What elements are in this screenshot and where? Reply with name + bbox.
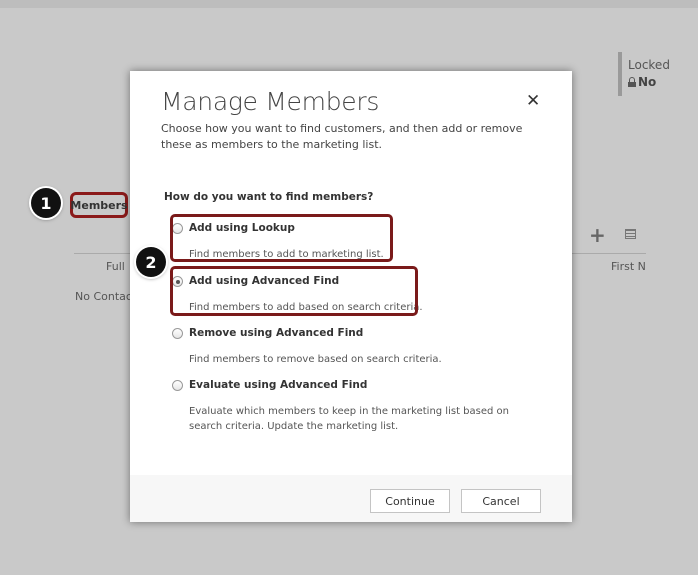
option-description: Find members to remove based on search c… <box>189 354 442 365</box>
radio-evaluate-advanced-find[interactable] <box>172 380 183 391</box>
continue-button[interactable]: Continue <box>370 489 450 513</box>
dialog-title: Manage Members <box>161 87 380 116</box>
highlight-add-advanced-find <box>170 266 418 316</box>
option-label[interactable]: Remove using Advanced Find <box>189 327 363 339</box>
dialog-footer: Continue Cancel <box>130 475 572 522</box>
members-tab[interactable]: Members <box>70 192 128 218</box>
option-description: Evaluate which members to keep in the ma… <box>189 406 509 432</box>
grid-header-divider-left <box>74 253 134 254</box>
callout-2: 2 <box>136 247 166 277</box>
radio-remove-advanced-find[interactable] <box>172 328 183 339</box>
close-icon[interactable]: ✕ <box>526 91 540 111</box>
find-members-question: How do you want to find members? <box>164 191 374 203</box>
highlight-add-lookup <box>170 214 393 262</box>
grid-view-icon[interactable] <box>625 229 636 239</box>
dialog-description: Choose how you want to find customers, a… <box>161 122 523 151</box>
column-first-name[interactable]: First N <box>611 260 646 273</box>
manage-members-dialog: Manage Members ✕ Choose how you want to … <box>130 71 572 522</box>
locked-value: No <box>628 75 670 89</box>
grid-header-divider-right <box>570 253 646 254</box>
locked-label: Locked <box>628 58 670 72</box>
top-bar <box>0 0 698 8</box>
no-contacts-text: No Contac <box>75 290 132 303</box>
cancel-button[interactable]: Cancel <box>461 489 541 513</box>
locked-value-text: No <box>638 75 657 89</box>
column-full-name[interactable]: Full <box>106 260 125 273</box>
locked-field: Locked No <box>618 52 670 96</box>
callout-1: 1 <box>31 188 61 218</box>
add-icon[interactable]: + <box>589 225 606 245</box>
option-label[interactable]: Evaluate using Advanced Find <box>189 379 367 391</box>
lock-icon <box>628 77 636 87</box>
